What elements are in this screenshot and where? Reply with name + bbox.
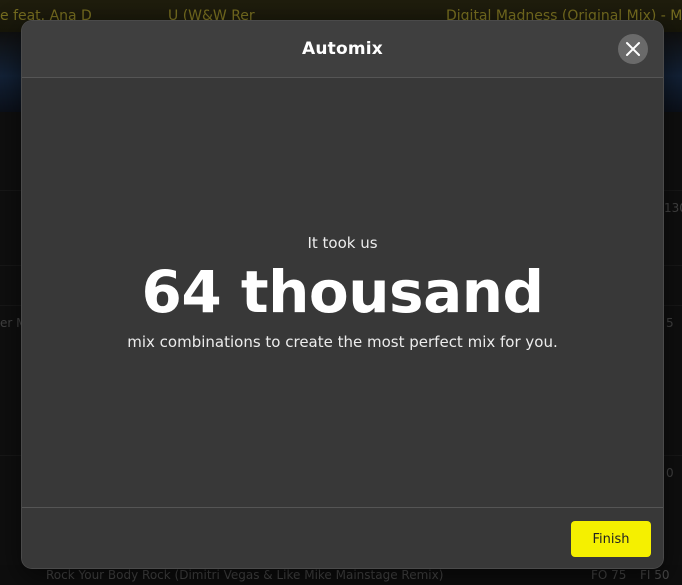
description-text: mix combinations to create the most perf…: [127, 333, 558, 351]
finish-button[interactable]: Finish: [571, 521, 651, 557]
dialog-body: It took us 64 thousand mix combinations …: [22, 78, 663, 506]
dialog-header: Automix: [22, 21, 663, 78]
intro-text: It took us: [307, 234, 378, 252]
close-button[interactable]: [618, 34, 648, 64]
combinations-count: 64 thousand: [141, 258, 544, 326]
automix-dialog: Automix It took us 64 thousand mix combi…: [22, 21, 663, 568]
close-icon: [626, 42, 640, 56]
dialog-title: Automix: [302, 39, 383, 59]
dialog-footer: Finish: [22, 507, 663, 568]
